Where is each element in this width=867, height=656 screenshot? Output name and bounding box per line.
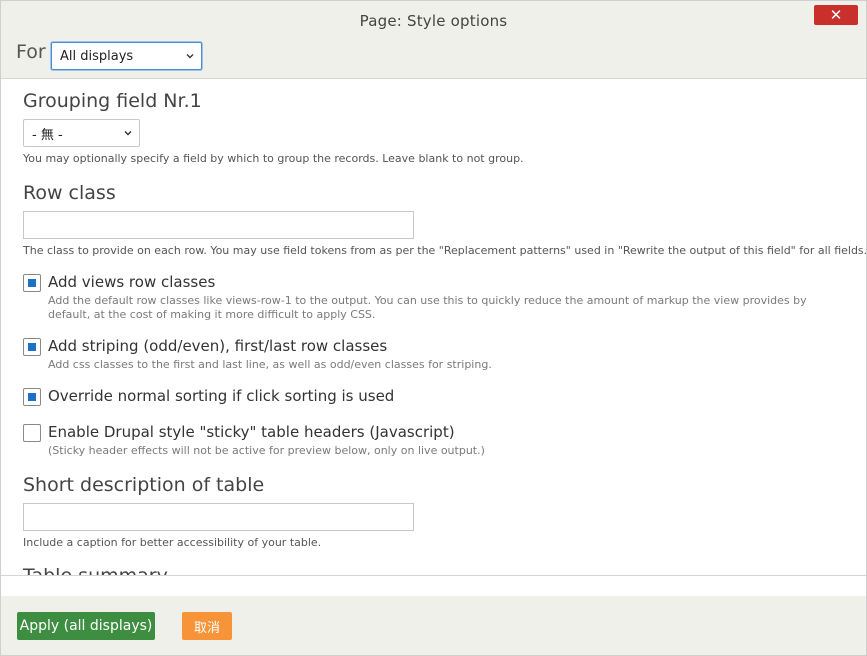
sticky-headers-checkbox[interactable] xyxy=(23,424,41,442)
views-row-classes-description: Add the default row classes like views-r… xyxy=(48,294,807,321)
row-class-input[interactable] xyxy=(23,211,414,239)
table-summary-title: Table summary xyxy=(23,565,168,575)
row-class-description: The class to provide on each row. You ma… xyxy=(23,244,866,257)
short-description-title: Short description of table xyxy=(23,474,265,496)
dialog-footer: Apply (all displays) 取消 xyxy=(1,596,866,655)
short-description-help: Include a caption for better accessibili… xyxy=(23,536,322,549)
views-row-classes-label: Add views row classes xyxy=(48,273,216,291)
chevron-down-icon xyxy=(124,131,132,136)
grouping-field-description: You may optionally specify a field by wh… xyxy=(23,152,524,165)
sticky-headers-description: (Sticky header effects will not be activ… xyxy=(48,444,485,457)
grouping-field-title: Grouping field Nr.1 xyxy=(23,90,202,112)
override-sorting-label: Override normal sorting if click sorting… xyxy=(48,387,395,405)
style-options-dialog: Page: Style options ✕ For All displays G… xyxy=(0,0,867,656)
display-select[interactable]: All displays xyxy=(51,42,202,70)
views-row-classes-checkbox[interactable] xyxy=(23,274,41,292)
row-class-title: Row class xyxy=(23,182,116,204)
grouping-field-value: - 無 - xyxy=(32,127,63,143)
short-description-input[interactable] xyxy=(23,503,414,531)
dialog-header: Page: Style options ✕ For All displays xyxy=(1,1,866,79)
grouping-field-select[interactable]: - 無 - xyxy=(23,119,140,147)
close-button[interactable]: ✕ xyxy=(814,5,858,25)
striping-checkbox[interactable] xyxy=(23,338,41,356)
dialog-title: Page: Style options xyxy=(359,12,508,30)
footer-divider xyxy=(1,575,866,596)
display-select-value: All displays xyxy=(60,48,134,64)
close-icon: ✕ xyxy=(829,5,843,24)
striping-label: Add striping (odd/even), first/last row … xyxy=(48,337,388,355)
override-sorting-checkbox[interactable] xyxy=(23,388,41,406)
cancel-button[interactable]: 取消 xyxy=(182,612,232,640)
sticky-headers-label: Enable Drupal style "sticky" table heade… xyxy=(48,423,455,441)
for-label: For xyxy=(16,41,46,63)
apply-button[interactable]: Apply (all displays) xyxy=(17,612,155,640)
chevron-down-icon xyxy=(186,54,194,59)
dialog-body[interactable]: Grouping field Nr.1 - 無 - You may option… xyxy=(1,80,866,575)
striping-description: Add css classes to the first and last li… xyxy=(48,358,492,371)
